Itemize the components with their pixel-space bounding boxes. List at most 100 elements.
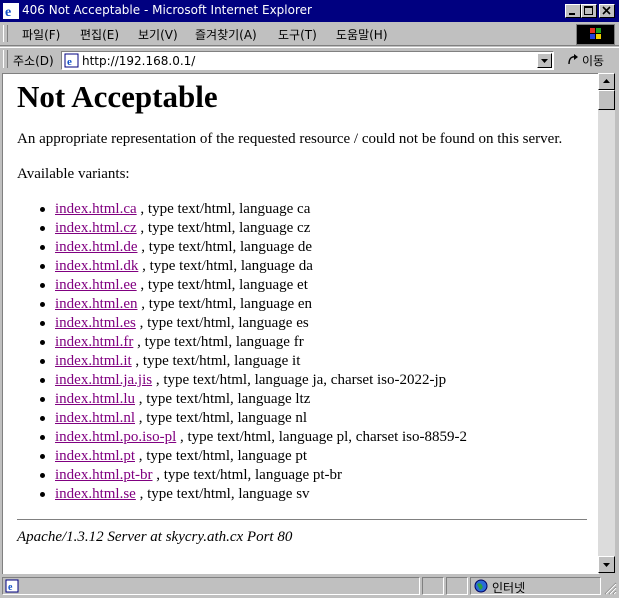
- maximize-icon: [584, 6, 593, 15]
- vertical-scrollbar[interactable]: [598, 73, 615, 573]
- address-field[interactable]: e: [61, 51, 554, 70]
- variant-link[interactable]: index.html.dk: [55, 258, 138, 274]
- address-input[interactable]: [82, 53, 522, 68]
- variant-desc: , type text/html, language pt: [138, 448, 308, 464]
- bullet: [40, 302, 45, 307]
- page-title: Not Acceptable: [17, 79, 218, 114]
- list-item: index.html.nl , type text/html, language…: [40, 409, 587, 428]
- variant-desc: , type text/html, language fr: [137, 334, 304, 350]
- variant-desc: , type text/html, language en: [141, 296, 313, 312]
- variant-link[interactable]: index.html.en: [55, 296, 138, 312]
- list-item: index.html.ee , type text/html, language…: [40, 276, 587, 295]
- variant-desc: , type text/html, language ca: [140, 201, 311, 217]
- close-icon: [602, 6, 611, 15]
- divider: [17, 519, 587, 521]
- menu-view[interactable]: 보기(V): [138, 26, 178, 43]
- variant-link[interactable]: index.html.pt-br: [55, 467, 153, 483]
- menu-favorites[interactable]: 즐겨찾기(A): [195, 26, 257, 43]
- variant-link[interactable]: index.html.es: [55, 315, 136, 331]
- maximize-button[interactable]: [581, 4, 597, 18]
- zone-label: 인터넷: [492, 581, 526, 595]
- variant-desc: , type text/html, language pt-br: [156, 467, 343, 483]
- variant-link[interactable]: index.html.cz: [55, 220, 137, 236]
- address-dropdown-button[interactable]: [537, 53, 552, 68]
- internet-explorer-icon: e: [3, 3, 19, 19]
- bullet: [40, 378, 45, 383]
- menu-tools[interactable]: 도구(T): [278, 26, 317, 43]
- bullet: [40, 207, 45, 212]
- list-item: index.html.lu , type text/html, language…: [40, 390, 587, 409]
- list-item: index.html.pt-br , type text/html, langu…: [40, 466, 587, 485]
- variant-desc: , type text/html, language ltz: [138, 391, 311, 407]
- page-status-icon: e: [5, 579, 19, 593]
- status-zone-panel: 인터넷: [470, 577, 601, 595]
- bullet: [40, 340, 45, 345]
- list-item: index.html.po.iso-pl , type text/html, l…: [40, 428, 587, 447]
- variant-link[interactable]: index.html.de: [55, 239, 138, 255]
- variant-desc: , type text/html, language sv: [139, 486, 310, 502]
- menu-bar: 파일(F) 편집(E) 보기(V) 즐겨찾기(A) 도구(T) 도움말(H): [0, 22, 619, 46]
- go-label: 이동: [582, 54, 605, 68]
- variant-desc: , type text/html, language es: [139, 315, 309, 331]
- variant-link[interactable]: index.html.nl: [55, 410, 135, 426]
- windows-flag-icon: [590, 28, 601, 39]
- address-bar: 주소(D) e 이동: [0, 47, 619, 71]
- scroll-thumb[interactable]: [598, 90, 615, 110]
- variant-desc: , type text/html, language da: [142, 258, 313, 274]
- variants-label: Available variants:: [17, 166, 130, 182]
- bullet: [40, 454, 45, 459]
- bullet: [40, 245, 45, 250]
- list-item: index.html.se , type text/html, language…: [40, 485, 587, 504]
- variant-desc: , type text/html, language ja, charset i…: [155, 372, 447, 388]
- list-item: index.html.en , type text/html, language…: [40, 295, 587, 314]
- variant-link[interactable]: index.html.pt: [55, 448, 135, 464]
- variant-desc: , type text/html, language de: [141, 239, 313, 255]
- toolbar-grip[interactable]: [3, 25, 8, 42]
- list-item: index.html.es , type text/html, language…: [40, 314, 587, 333]
- close-button[interactable]: [599, 4, 615, 18]
- bullet: [40, 226, 45, 231]
- variant-link[interactable]: index.html.se: [55, 486, 136, 502]
- variant-desc: , type text/html, language pl, charset i…: [180, 429, 468, 445]
- menu-file[interactable]: 파일(F): [22, 26, 60, 43]
- bullet: [40, 283, 45, 288]
- status-text-panel: e: [2, 577, 420, 595]
- windows-logo: [576, 24, 615, 45]
- list-item: index.html.ca , type text/html, language…: [40, 200, 587, 219]
- variant-link[interactable]: index.html.fr: [55, 334, 133, 350]
- go-arrow-icon: [568, 54, 578, 65]
- minimize-button[interactable]: [565, 4, 581, 18]
- menu-edit[interactable]: 편집(E): [80, 26, 119, 43]
- address-grip[interactable]: [3, 50, 8, 68]
- page-icon: e: [64, 53, 79, 68]
- address-label: 주소(D): [13, 54, 54, 68]
- list-item: index.html.fr , type text/html, language…: [40, 333, 587, 352]
- scroll-up-button[interactable]: [598, 73, 615, 90]
- variant-link[interactable]: index.html.po.iso-pl: [55, 429, 176, 445]
- variant-link[interactable]: index.html.lu: [55, 391, 135, 407]
- variant-desc: , type text/html, language it: [135, 353, 301, 369]
- bullet: [40, 435, 45, 440]
- go-button[interactable]: 이동: [562, 51, 614, 69]
- globe-icon: [474, 579, 488, 593]
- menu-help[interactable]: 도움말(H): [336, 26, 388, 43]
- variant-link[interactable]: index.html.it: [55, 353, 132, 369]
- variant-link[interactable]: index.html.ca: [55, 201, 137, 217]
- svg-text:e: e: [8, 582, 13, 593]
- variant-link[interactable]: index.html.ee: [55, 277, 137, 293]
- server-signature: Apache/1.3.12 Server at skycry.ath.cx Po…: [17, 529, 293, 545]
- resize-grip-icon[interactable]: [603, 581, 617, 595]
- svg-text:e: e: [67, 56, 72, 68]
- variant-desc: , type text/html, language nl: [138, 410, 308, 426]
- status-bar: e 인터넷: [0, 575, 619, 598]
- list-item: index.html.cz , type text/html, language…: [40, 219, 587, 238]
- variant-desc: , type text/html, language cz: [140, 220, 311, 236]
- scroll-down-button[interactable]: [598, 556, 615, 573]
- svg-text:e: e: [5, 5, 11, 19]
- list-item: index.html.ja.jis , type text/html, lang…: [40, 371, 587, 390]
- variant-link[interactable]: index.html.ja.jis: [55, 372, 152, 388]
- bullet: [40, 473, 45, 478]
- arrow-down-icon: [603, 563, 610, 567]
- bullet: [40, 416, 45, 421]
- bullet: [40, 321, 45, 326]
